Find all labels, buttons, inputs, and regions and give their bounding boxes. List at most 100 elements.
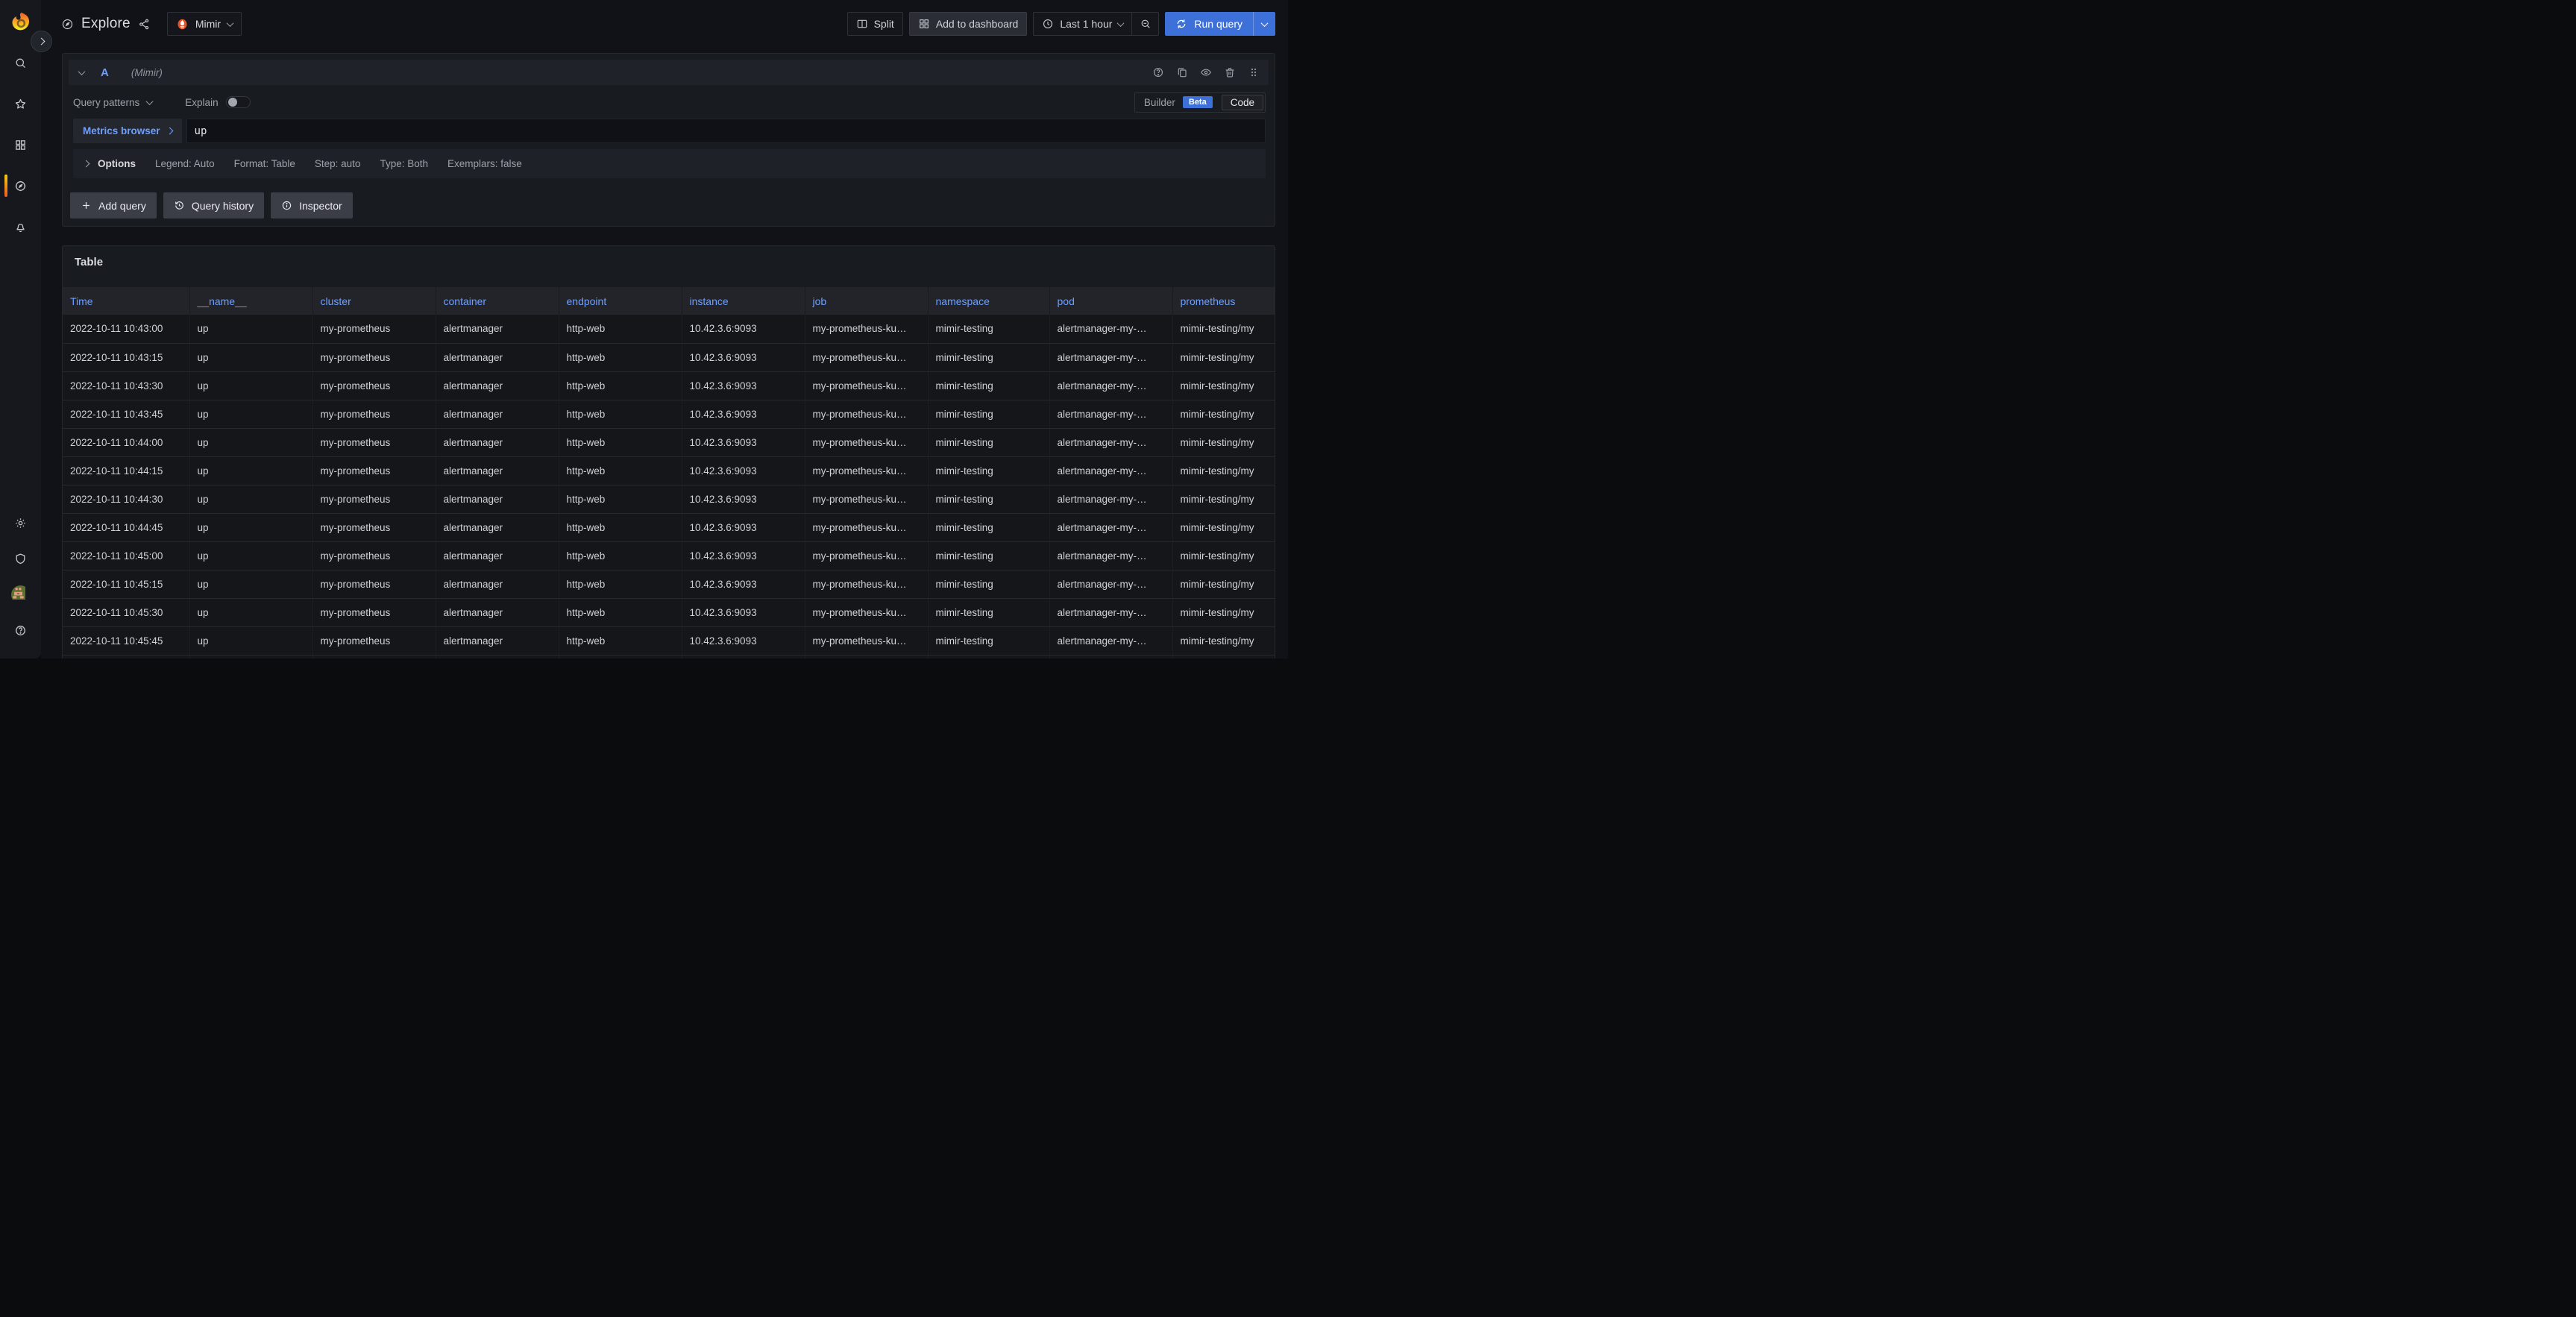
table-cell: 2022-10-11 10:43:00 <box>63 315 189 343</box>
table-cell: my-prometheus <box>312 485 436 513</box>
table-cell: up <box>189 570 312 598</box>
chevron-down-icon <box>1261 19 1269 27</box>
drag-handle-icon[interactable] <box>1248 66 1260 78</box>
star-icon <box>14 98 27 110</box>
chevron-right-icon <box>166 128 173 135</box>
sidebar-item-profile[interactable] <box>0 576 41 612</box>
sidebar-item-starred[interactable] <box>0 86 41 122</box>
column-header-instance[interactable]: instance <box>682 287 805 315</box>
help-circle-icon[interactable] <box>1152 66 1164 78</box>
column-header-Time[interactable]: Time <box>63 287 189 315</box>
split-panes-icon <box>856 18 868 30</box>
query-patterns-label: Query patterns <box>73 97 139 108</box>
sidebar-item-explore[interactable] <box>0 168 41 204</box>
add-query-label: Add query <box>98 200 146 212</box>
run-query-dropdown[interactable] <box>1253 12 1275 36</box>
column-header-namespace[interactable]: namespace <box>928 287 1049 315</box>
table-cell: my-prometheus <box>312 541 436 570</box>
sidebar-expand-button[interactable] <box>31 31 52 52</box>
table-cell: 10.42.3.6:9093 <box>682 428 805 456</box>
run-query-button[interactable]: Run query <box>1165 12 1253 36</box>
topbar-actions: Split Add to dashboard Last 1 hour <box>847 12 1275 36</box>
table-cell <box>189 655 312 658</box>
sync-icon <box>1175 18 1187 30</box>
table-cell: my-prometheus <box>312 513 436 541</box>
zoom-out-time-button[interactable] <box>1131 13 1158 35</box>
metrics-browser-button[interactable]: Metrics browser <box>73 119 182 143</box>
sidebar-item-alerting[interactable] <box>0 209 41 245</box>
table-cell <box>928 655 1049 658</box>
column-header-container[interactable]: container <box>436 287 559 315</box>
datasource-name: Mimir <box>195 18 221 30</box>
toggle-knob <box>228 98 237 107</box>
table-cell: alertmanager-my-… <box>1049 541 1172 570</box>
table-cell: mimir-testing/my <box>1172 343 1275 371</box>
inspector-button[interactable]: Inspector <box>271 192 353 219</box>
column-header-prometheus[interactable]: prometheus <box>1172 287 1275 315</box>
explain-toggle[interactable] <box>226 96 251 108</box>
topbar-left: Explore Mimir <box>61 12 242 36</box>
table-cell <box>1049 655 1172 658</box>
column-header-endpoint[interactable]: endpoint <box>559 287 682 315</box>
info-circle-icon <box>281 200 292 211</box>
table-row: 2022-10-11 10:43:15upmy-prometheusalertm… <box>63 343 1275 371</box>
table-cell <box>1172 655 1275 658</box>
query-ref-id[interactable]: A <box>101 66 109 79</box>
prometheus-flame-icon <box>176 18 189 31</box>
code-mode-option[interactable]: Code <box>1222 95 1263 110</box>
table-cell: 2022-10-11 10:43:30 <box>63 371 189 400</box>
table-cell: my-prometheus <box>312 400 436 428</box>
table-cell: alertmanager <box>436 598 559 626</box>
eye-icon[interactable] <box>1200 66 1212 78</box>
sidebar-item-settings[interactable] <box>0 505 41 541</box>
builder-mode-option[interactable]: Builder <box>1144 97 1175 108</box>
table-cell: alertmanager <box>436 400 559 428</box>
column-header-job[interactable]: job <box>805 287 928 315</box>
collapse-query-row-button[interactable] <box>78 69 86 77</box>
query-actions-row: Add query Query history Inspector <box>70 192 1269 219</box>
table-cell: http-web <box>559 315 682 343</box>
table-cell: up <box>189 428 312 456</box>
sidebar-item-help[interactable] <box>0 612 41 648</box>
table-cell: my-prometheus <box>312 598 436 626</box>
time-range-button[interactable]: Last 1 hour <box>1034 13 1131 35</box>
options-label: Options <box>98 158 136 169</box>
table-cell: mimir-testing <box>928 456 1049 485</box>
sidebar-item-dashboards[interactable] <box>0 127 41 163</box>
promql-query-input[interactable] <box>186 119 1266 143</box>
add-to-dashboard-button[interactable]: Add to dashboard <box>909 12 1028 36</box>
query-patterns-dropdown[interactable]: Query patterns <box>73 97 152 108</box>
table-cell: mimir-testing/my <box>1172 456 1275 485</box>
query-options-bar: Options Legend: Auto Format: Table Step:… <box>73 149 1266 178</box>
table-cell: my-prometheus <box>312 570 436 598</box>
trash-icon[interactable] <box>1224 66 1236 78</box>
table-cell: alertmanager-my-… <box>1049 343 1172 371</box>
options-expand-button[interactable]: Options <box>84 158 136 169</box>
table-cell: my-prometheus-ku… <box>805 570 928 598</box>
datasource-picker[interactable]: Mimir <box>167 12 242 36</box>
column-header-pod[interactable]: pod <box>1049 287 1172 315</box>
inspector-label: Inspector <box>299 200 342 212</box>
table-cell: mimir-testing <box>928 315 1049 343</box>
table-cell: alertmanager-my-… <box>1049 315 1172 343</box>
grafana-logo-icon[interactable] <box>10 10 32 34</box>
query-history-button[interactable]: Query history <box>163 192 264 219</box>
option-type: Type: Both <box>380 158 428 169</box>
share-icon[interactable] <box>138 18 151 31</box>
history-icon <box>174 200 185 211</box>
table-cell: up <box>189 485 312 513</box>
split-button[interactable]: Split <box>847 12 903 36</box>
copy-icon[interactable] <box>1176 66 1188 78</box>
table-cell <box>682 655 805 658</box>
table-cell: 10.42.3.6:9093 <box>682 570 805 598</box>
column-header-cluster[interactable]: cluster <box>312 287 436 315</box>
sidebar-item-server-admin[interactable] <box>0 541 41 576</box>
panel-title: Table <box>63 246 1275 277</box>
table-cell: http-web <box>559 485 682 513</box>
add-query-button[interactable]: Add query <box>70 192 157 219</box>
column-header-name[interactable]: __name__ <box>189 287 312 315</box>
option-legend: Legend: Auto <box>155 158 215 169</box>
table-cell: mimir-testing <box>928 541 1049 570</box>
table-cell: 10.42.3.6:9093 <box>682 371 805 400</box>
table-cell: my-prometheus <box>312 343 436 371</box>
